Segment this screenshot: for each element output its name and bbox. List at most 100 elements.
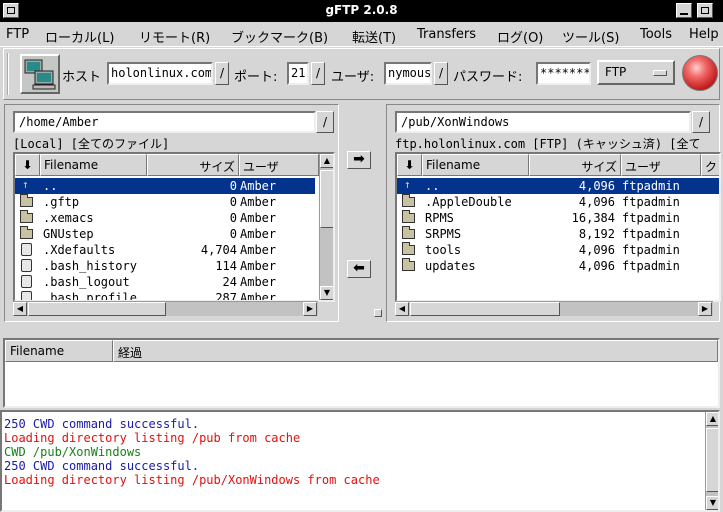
menu-remote[interactable]: リモート(R) — [139, 27, 210, 46]
maximize-button[interactable] — [697, 3, 713, 18]
up-arrow-icon: ↑ — [22, 178, 29, 191]
log-panel[interactable]: 250 CWD command successful. Loading direc… — [0, 410, 720, 512]
local-file-row[interactable]: .bash_logout 24 Amber — [15, 274, 315, 290]
host-input[interactable]: holonlinux.com — [107, 62, 213, 85]
connect-button[interactable] — [20, 54, 60, 94]
password-label: パスワード: — [453, 70, 523, 85]
remote-header-filename[interactable]: Filename — [422, 154, 529, 176]
file-user: Amber — [240, 195, 277, 209]
remote-path-input[interactable]: /pub/XonWindows — [395, 111, 691, 133]
file-user: Amber — [240, 179, 277, 193]
remote-sort-icon[interactable]: ⬇ — [397, 154, 422, 176]
file-user: ftpadmin — [622, 259, 680, 273]
local-horizontal-scrollbar[interactable]: ◀ ▶ — [13, 301, 318, 316]
local-file-row[interactable]: .Xdefaults 4,704 Amber — [15, 242, 315, 258]
scroll-right-icon[interactable]: ▶ — [698, 302, 712, 316]
local-header-filename[interactable]: Filename — [40, 154, 147, 176]
file-name: GNUstep — [43, 227, 94, 241]
file-size: 0 — [229, 179, 237, 193]
folder-icon — [20, 226, 33, 239]
remote-file-row[interactable]: ↑.. 4,096 ftpadmin — [397, 178, 719, 194]
port-input[interactable]: 21 — [287, 62, 309, 85]
scroll-left-icon[interactable]: ◀ — [13, 302, 27, 316]
scroll-right-icon[interactable]: ▶ — [303, 302, 317, 316]
upload-button[interactable]: ➡ — [347, 151, 371, 169]
file-name: .bash_logout — [43, 275, 130, 289]
queue-header-progress[interactable]: 経過 — [113, 340, 718, 362]
scroll-up-icon[interactable]: ▲ — [706, 412, 718, 426]
remote-hscroll-thumb[interactable] — [410, 302, 560, 316]
local-header-user[interactable]: ユーザ — [239, 154, 319, 176]
menu-local[interactable]: ローカル(L) — [45, 27, 114, 46]
local-hscroll-thumb[interactable] — [28, 302, 166, 316]
host-history-dropdown[interactable]: / — [215, 62, 229, 85]
pane-splitter-handle[interactable] — [374, 309, 382, 317]
local-file-row[interactable]: .xemacs 0 Amber — [15, 210, 315, 226]
file-name: SRPMS — [425, 227, 462, 241]
local-file-list[interactable]: ⬇ Filename サイズ ユーザ ↑.. 0 Amber .gftp 0 Amber.… — [13, 152, 335, 302]
toolbar-grip[interactable] — [7, 53, 13, 95]
menu-log[interactable]: ログ(O) — [497, 27, 543, 46]
menu-transfer[interactable]: 転送(T) — [352, 27, 396, 46]
menu-transfers[interactable]: Transfers — [417, 27, 476, 42]
password-input[interactable]: ******* — [536, 62, 591, 85]
remote-file-list[interactable]: ⬇ Filename サイズ ユーザ ク ↑.. 4,096 ftpadmin .Ap… — [395, 152, 721, 302]
folder-icon — [20, 210, 33, 223]
local-vscroll-thumb[interactable] — [320, 170, 333, 228]
local-file-row[interactable]: .gftp 0 Amber — [15, 194, 315, 210]
remote-header-size[interactable]: サイズ — [529, 154, 621, 176]
log-line: Loading directory listing /pub/XonWindow… — [4, 473, 380, 487]
menu-tools[interactable]: Tools — [640, 27, 672, 42]
log-line: 250 CWD command successful. — [4, 417, 200, 431]
scroll-down-icon[interactable]: ▼ — [320, 286, 333, 300]
file-user: Amber — [240, 275, 277, 289]
user-input[interactable]: nymous — [384, 62, 432, 85]
menu-ftp[interactable]: FTP — [6, 27, 29, 42]
local-sort-icon[interactable]: ⬇ — [15, 154, 40, 176]
local-header-size[interactable]: サイズ — [147, 154, 239, 176]
user-history-dropdown[interactable]: / — [434, 62, 448, 85]
transfer-queue[interactable]: Filename 経過 — [3, 338, 720, 408]
remote-file-row[interactable]: .AppleDouble 4,096 ftpadmin — [397, 194, 719, 210]
remote-path-dropdown[interactable]: / — [692, 111, 710, 133]
protocol-select[interactable]: FTP — [597, 60, 675, 85]
file-size: 4,096 — [578, 243, 615, 257]
file-name: .xemacs — [43, 211, 94, 225]
remote-horizontal-scrollbar[interactable]: ◀ ▶ — [395, 301, 713, 316]
scroll-down-icon[interactable]: ▼ — [706, 496, 718, 510]
menu-bar: FTP ローカル(L) リモート(R) ブックマーク(B) 転送(T) Tran… — [0, 22, 723, 47]
maximize-icon — [701, 7, 709, 14]
file-size: 8,192 — [578, 227, 615, 241]
file-icon — [21, 275, 32, 288]
file-user: ftpadmin — [622, 211, 680, 225]
remote-file-row[interactable]: SRPMS 8,192 ftpadmin — [397, 226, 719, 242]
remote-header-group[interactable]: ク — [701, 154, 719, 176]
local-file-row[interactable]: GNUstep 0 Amber — [15, 226, 315, 242]
stop-button[interactable] — [682, 55, 718, 91]
local-vertical-scrollbar[interactable]: ▲ ▼ — [319, 154, 333, 300]
file-name: .AppleDouble — [425, 195, 512, 209]
port-history-dropdown[interactable]: / — [311, 62, 325, 85]
menu-tools-jp[interactable]: ツール(S) — [562, 27, 619, 46]
remote-file-row[interactable]: tools 4,096 ftpadmin — [397, 242, 719, 258]
log-line: Loading directory listing /pub from cach… — [4, 431, 301, 445]
scroll-left-icon[interactable]: ◀ — [395, 302, 409, 316]
local-file-row[interactable]: .bash_history 114 Amber — [15, 258, 315, 274]
host-label: ホスト — [62, 70, 102, 85]
menu-bookmarks[interactable]: ブックマーク(B) — [231, 27, 328, 46]
remote-file-row[interactable]: RPMS 16,384 ftpadmin — [397, 210, 719, 226]
scroll-up-icon[interactable]: ▲ — [320, 154, 333, 168]
file-name: .gftp — [43, 195, 80, 209]
log-vscroll-thumb[interactable] — [706, 428, 718, 492]
connection-toolbar: ホスト holonlinux.com / ポート: 21 / ユーザ: nymo… — [3, 48, 720, 100]
remote-header-user[interactable]: ユーザ — [621, 154, 701, 176]
queue-header-filename[interactable]: Filename — [5, 340, 113, 362]
download-button[interactable]: ⬅ — [347, 260, 371, 278]
remote-file-row[interactable]: updates 4,096 ftpadmin — [397, 258, 719, 274]
log-vertical-scrollbar[interactable]: ▲ ▼ — [705, 412, 718, 510]
menu-help[interactable]: Help — [689, 27, 719, 42]
minimize-button[interactable] — [676, 3, 692, 18]
local-path-dropdown[interactable]: / — [316, 111, 334, 133]
local-path-input[interactable]: /home/Amber — [13, 111, 316, 133]
local-file-row[interactable]: ↑.. 0 Amber — [15, 178, 315, 194]
